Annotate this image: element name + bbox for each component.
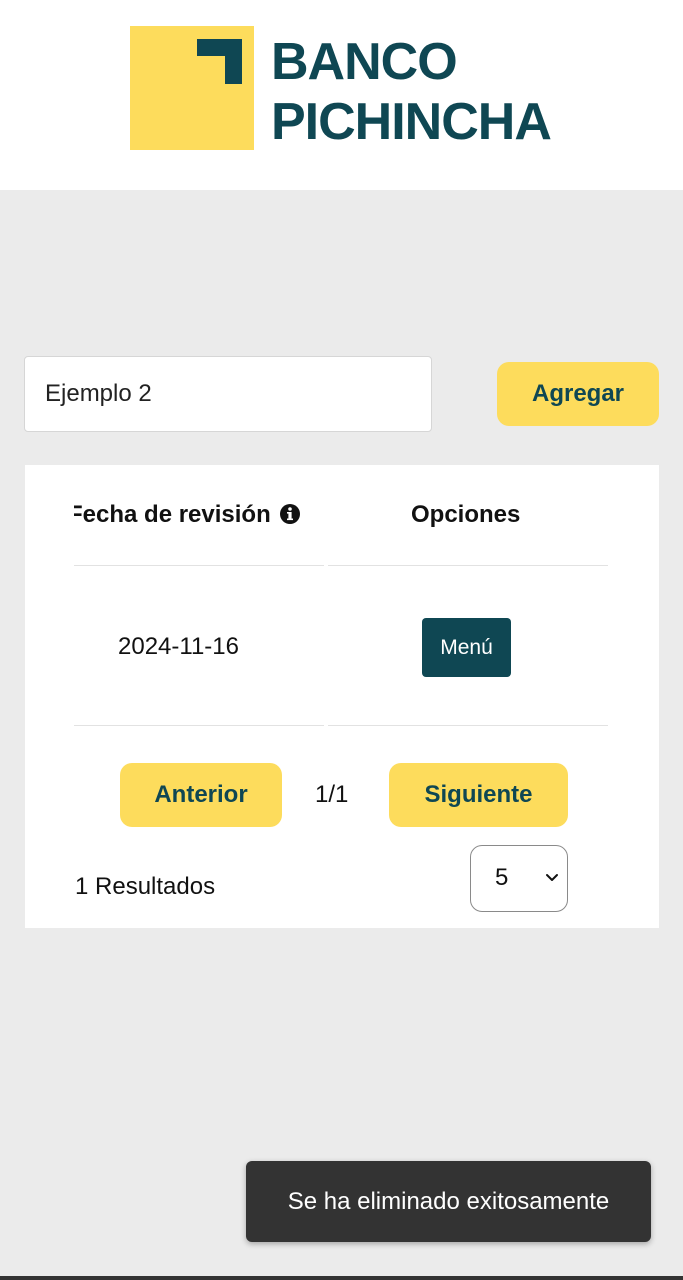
bottom-edge-bar	[0, 1276, 683, 1280]
page-size-value: 5	[495, 864, 509, 891]
row-divider	[328, 565, 608, 566]
table-cell-fecha: 2024-11-16	[118, 633, 239, 660]
previous-page-button[interactable]: Anterior	[120, 763, 282, 827]
row-divider	[74, 565, 324, 566]
brand-line-1: BANCO	[271, 33, 458, 91]
column-header-fecha-label: Fecha de revisión	[74, 501, 271, 528]
app-header: BANCO PICHINCHA	[0, 0, 683, 190]
row-menu-button[interactable]: Menú	[422, 618, 511, 677]
add-button[interactable]: Agregar	[497, 362, 659, 426]
brand-line-2: PICHINCHA	[271, 93, 552, 151]
brand-wordmark: BANCO PICHINCHA	[271, 32, 552, 152]
page-indicator: 1/1	[315, 781, 349, 808]
toast-notification: Se ha eliminado exitosamente	[246, 1161, 651, 1242]
page-size-select[interactable]: 5	[470, 845, 568, 912]
row-divider	[74, 725, 324, 726]
search-input[interactable]	[24, 356, 432, 432]
brand-logo-icon	[130, 26, 254, 150]
column-header-fecha: Fecha de revisión	[74, 501, 301, 532]
chevron-down-icon	[546, 874, 558, 881]
row-divider	[328, 725, 608, 726]
next-page-button[interactable]: Siguiente	[389, 763, 568, 827]
results-count: 1 Resultados	[75, 873, 216, 900]
results-table[interactable]: Fecha de revisión Opciones 2024-11-16 Me…	[74, 465, 634, 727]
info-circle-icon[interactable]	[279, 503, 301, 532]
column-header-opciones: Opciones	[411, 501, 521, 528]
results-card: Fecha de revisión Opciones 2024-11-16 Me…	[25, 465, 659, 928]
